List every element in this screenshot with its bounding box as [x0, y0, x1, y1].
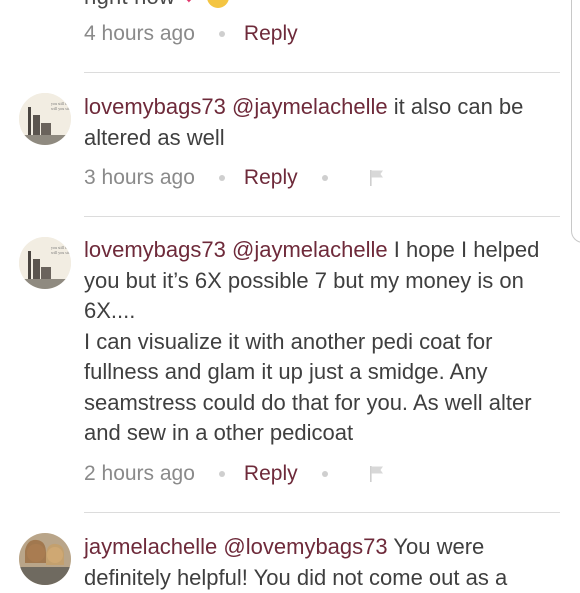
- comment-timestamp: 4 hours ago: [84, 22, 195, 45]
- comment-line: definitely helpful! You did not come out…: [84, 564, 508, 590]
- separator-dot: [321, 175, 328, 181]
- separator-dot: [218, 471, 225, 477]
- comment-line: it also can be: [393, 94, 524, 119]
- separator-dot: [218, 175, 225, 181]
- comment-line: altered as well: [84, 124, 225, 150]
- comment-mention[interactable]: @lovemybags73: [223, 534, 387, 559]
- comment-mention[interactable]: @jaymelachelle: [232, 94, 388, 119]
- comment-meta: 2 hours ago Reply: [84, 459, 385, 489]
- comment-line: fullness and glam it up just a smidge. A…: [84, 359, 488, 384]
- avatar-image: [19, 533, 71, 585]
- comment-line: and sew in a other pedicoat: [84, 420, 354, 445]
- reply-link[interactable]: Reply: [244, 166, 298, 190]
- comment-meta: 3 hours ago Reply: [84, 163, 385, 193]
- comment-username[interactable]: jaymelachelle: [84, 534, 217, 559]
- svg-text:will you still feed me: will you still feed me: [51, 250, 71, 255]
- flag-icon[interactable]: [369, 169, 385, 187]
- separator-dot: [321, 471, 328, 477]
- avatar[interactable]: [19, 533, 71, 585]
- reply-link[interactable]: Reply: [244, 22, 298, 46]
- comment-line: You were: [393, 534, 485, 559]
- comment-text: jaymelachelle @lovemybags73 You were def…: [84, 532, 554, 593]
- comment-line: 6X....: [84, 298, 136, 323]
- smiley-emoji-icon: [207, 0, 229, 8]
- comment-timestamp: 3 hours ago: [84, 166, 195, 189]
- comment-line: seamstress could do that for you. As wel…: [84, 389, 532, 415]
- avatar-image: you still text me will you still feed me: [19, 237, 71, 289]
- comment-divider: [84, 216, 560, 217]
- comment-meta: 4 hours ago Reply: [84, 19, 298, 49]
- svg-text:will you still feed me: will you still feed me: [51, 106, 71, 111]
- scroll-panel-edge: [571, 0, 580, 243]
- comment-line: I hope I helped: [393, 237, 540, 262]
- comment-line: I can visualize it with another pedi coa…: [84, 328, 493, 354]
- reply-link[interactable]: Reply: [244, 462, 298, 486]
- avatar[interactable]: you still text me will you still feed me: [19, 237, 71, 289]
- separator-dot: [218, 31, 225, 37]
- comment-timestamp: 2 hours ago: [84, 462, 195, 485]
- comment-text: lovemybags73 @jaymelachelle I hope I hel…: [84, 235, 554, 449]
- comment-text: lovemybags73 @jaymelachelle it also can …: [84, 92, 554, 153]
- previous-comment-fragment: right now ❤: [84, 0, 229, 10]
- previous-comment-text: right now: [84, 0, 175, 9]
- comment-mention[interactable]: @jaymelachelle: [232, 237, 388, 262]
- comment-line: you but it’s 6X possible 7 but my money …: [84, 267, 524, 293]
- comment-username[interactable]: lovemybags73: [84, 94, 226, 119]
- heart-icon: ❤: [181, 0, 196, 8]
- flag-icon[interactable]: [369, 465, 385, 483]
- avatar-image: you still text me will you still feed me: [19, 93, 71, 145]
- comment-divider: [84, 72, 560, 73]
- comment-divider: [84, 512, 560, 513]
- comment-username[interactable]: lovemybags73: [84, 237, 226, 262]
- avatar[interactable]: you still text me will you still feed me: [19, 93, 71, 145]
